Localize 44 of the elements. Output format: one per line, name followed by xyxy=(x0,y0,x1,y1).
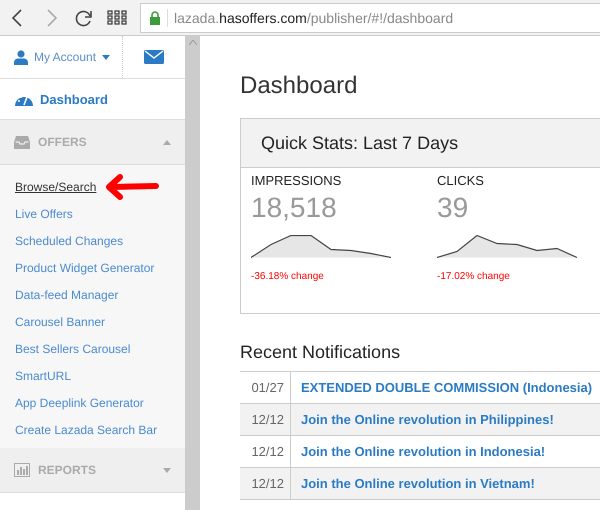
card-title: Quick Stats: Last 7 Days xyxy=(261,132,458,154)
stat-label: IMPRESSIONS xyxy=(251,173,342,188)
address-bar[interactable]: lazada.hasoffers.com/publisher/#!/dashboard xyxy=(140,2,600,32)
dashboard-link[interactable]: Dashboard xyxy=(40,92,108,106)
page-title: Dashboard xyxy=(240,72,358,100)
sidebar-link[interactable]: Create Lazada Search Bar xyxy=(15,422,158,436)
date-cell: 12/12 xyxy=(240,436,291,467)
notification-link[interactable]: Join the Online revolution in Philippines! xyxy=(291,412,554,427)
inbox-tray-icon xyxy=(14,136,30,148)
bar-chart-icon xyxy=(14,463,30,477)
collapse-caret-icon xyxy=(163,140,171,144)
sidebar-link[interactable]: Browse/Search xyxy=(15,180,96,194)
sidebar-link[interactable]: Data-feed Manager xyxy=(15,288,118,302)
pointer-arrow-drawing xyxy=(104,174,160,200)
stat-value: 39 xyxy=(437,192,470,224)
expand-caret-icon xyxy=(163,468,171,472)
scrollbar[interactable] xyxy=(185,36,200,510)
section-header[interactable]: OFFERS xyxy=(0,120,185,165)
lock-icon xyxy=(149,10,161,24)
sidebar-link[interactable]: SmartURL xyxy=(15,368,72,382)
sidebar-link[interactable]: Scheduled Changes xyxy=(15,234,124,248)
section-title: Recent Notifications xyxy=(240,342,402,363)
caret-icon xyxy=(102,54,110,60)
sidebar-link[interactable]: Live Offers xyxy=(15,206,73,220)
sidebar-link[interactable]: App Deeplink Generator xyxy=(15,396,144,410)
apps-grid-icon[interactable] xyxy=(107,10,127,26)
section-header[interactable]: REPORTS xyxy=(0,448,185,493)
stat-label: CLICKS xyxy=(437,173,485,188)
reload-icon[interactable] xyxy=(74,8,94,28)
mail-icon[interactable] xyxy=(144,50,164,64)
notification-link[interactable]: EXTENDED DOUBLE COMMISSION (Indonesia) xyxy=(291,380,592,395)
notification-link[interactable]: Join the Online revolution in Indonesia! xyxy=(291,444,546,459)
date-cell: 01/27 xyxy=(240,372,291,403)
sidebar-link[interactable]: Product Widget Generator xyxy=(15,260,154,274)
my-account-button[interactable]: My Account xyxy=(34,50,96,64)
notification-link[interactable]: Join the Online revolution in Vietnam! xyxy=(291,476,535,491)
change-text: -17.02% change xyxy=(437,271,511,282)
date-cell: 12/12 xyxy=(240,468,291,499)
change-text: -36.18% change xyxy=(251,271,325,282)
date-cell: 12/12 xyxy=(240,404,291,435)
sidebar-link[interactable]: Best Sellers Carousel xyxy=(15,342,130,356)
sidebar-link[interactable]: Carousel Banner xyxy=(15,314,106,328)
user-icon xyxy=(14,50,28,64)
stat-value: 18,518 xyxy=(251,192,338,224)
